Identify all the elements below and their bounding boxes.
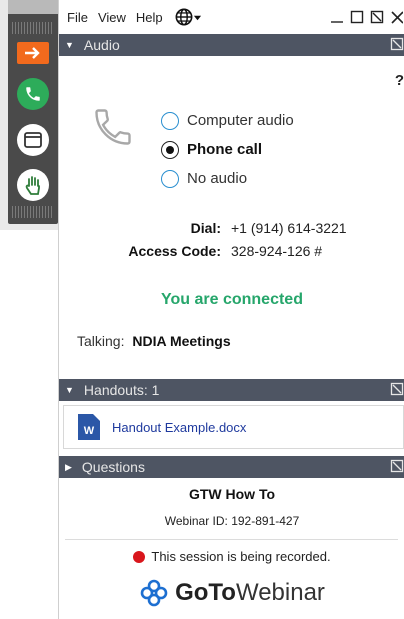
- access-code-row: Access Code: 328-924-126 #: [59, 239, 404, 262]
- popout-icon: [390, 459, 404, 473]
- raise-hand-button[interactable]: [17, 169, 49, 201]
- restore-icon: [350, 10, 364, 24]
- hand-icon: [25, 176, 40, 195]
- left-toolbar-area: [0, 0, 58, 230]
- toolbar-grip-handle[interactable]: [12, 22, 54, 34]
- show-hide-panel-button[interactable]: [17, 42, 49, 64]
- divider: [65, 539, 398, 540]
- handout-list-item[interactable]: W Handout Example.docx: [63, 405, 404, 449]
- collapse-triangle-icon: ▼: [65, 40, 74, 50]
- handouts-header-label: Handouts: 1: [83, 382, 160, 398]
- menu-bar: File View Help: [59, 0, 404, 34]
- popout-icon: [370, 10, 384, 24]
- minimize-button[interactable]: [330, 10, 344, 24]
- recording-text: This session is being recorded.: [151, 549, 331, 564]
- talking-label: Talking:: [77, 333, 125, 349]
- control-toolbar: [8, 14, 58, 224]
- language-menu-button[interactable]: [175, 8, 202, 26]
- handouts-section-header[interactable]: ▼ Handouts: 1: [59, 379, 404, 401]
- arrow-icon: [25, 47, 40, 59]
- dial-row: Dial: +1 (914) 614-3221: [59, 216, 404, 239]
- brand-webinar: Webinar: [235, 579, 325, 606]
- questions-section-header[interactable]: ▶ Questions: [59, 456, 404, 478]
- radio-unchecked-icon[interactable]: [161, 111, 179, 130]
- recording-dot-icon: [133, 550, 146, 563]
- radio-computer-audio[interactable]: Computer audio: [161, 106, 294, 135]
- audio-popout-button[interactable]: [390, 37, 404, 54]
- close-button[interactable]: [390, 10, 404, 24]
- access-code-value: 328-924-126 #: [231, 242, 323, 259]
- window-controls: [330, 10, 404, 24]
- audio-help-button[interactable]: ?: [395, 72, 404, 89]
- session-title: GTW How To: [188, 486, 276, 502]
- phone-icon: [26, 87, 40, 101]
- screen-view-button[interactable]: [17, 124, 49, 156]
- word-document-icon: W: [78, 414, 100, 440]
- popout-button[interactable]: [370, 10, 384, 24]
- close-icon: [391, 11, 403, 24]
- brand-goto: GoTo: [175, 579, 236, 606]
- gotowebinar-control-panel: File View Help ▼ Audio ? Computer audio …: [58, 0, 404, 619]
- handout-link[interactable]: Handout Example.docx: [112, 420, 246, 435]
- talking-indicator: Talking: NDIA Meetings: [77, 333, 231, 349]
- dial-in-info: Dial: +1 (914) 614-3221 Access Code: 328…: [59, 216, 404, 262]
- radio-checked-icon[interactable]: [161, 140, 179, 159]
- questions-popout-button[interactable]: [390, 459, 404, 476]
- access-code-label: Access Code:: [128, 242, 221, 259]
- gotowebinar-logo: GoTo Webinar: [59, 578, 404, 608]
- radio-phone-call[interactable]: Phone call: [161, 135, 294, 164]
- phone-handset-icon: [91, 105, 135, 154]
- audio-mode-radio-group: Computer audio Phone call No audio: [161, 106, 294, 193]
- gotowebinar-flower-icon: [139, 578, 169, 608]
- audio-header-label: Audio: [83, 37, 120, 53]
- toolbar-grip-handle-bottom[interactable]: [12, 206, 54, 218]
- audio-section-header[interactable]: ▼ Audio: [59, 34, 404, 56]
- popout-icon: [390, 37, 404, 51]
- collapse-triangle-icon: ▼: [65, 385, 74, 395]
- dial-number: +1 (914) 614-3221: [231, 219, 347, 236]
- chevron-down-icon: [193, 15, 201, 20]
- recording-notice: This session is being recorded.: [59, 549, 404, 564]
- handouts-popout-button[interactable]: [390, 382, 404, 399]
- webinar-id: Webinar ID: 192-891-427: [164, 514, 300, 528]
- popout-icon: [390, 382, 404, 396]
- toolbar-top-cap: [8, 0, 58, 14]
- audio-phone-button[interactable]: [17, 78, 49, 110]
- radio-unchecked-icon[interactable]: [161, 169, 179, 188]
- dial-label: Dial:: [190, 219, 221, 236]
- menu-file[interactable]: File: [67, 10, 88, 25]
- connection-status: You are connected: [161, 291, 303, 308]
- expand-triangle-icon: ▶: [65, 461, 72, 472]
- minimize-icon: [331, 21, 343, 23]
- radio-label: No audio: [187, 170, 248, 187]
- restore-button[interactable]: [350, 10, 364, 24]
- globe-icon: [175, 8, 193, 26]
- radio-no-audio[interactable]: No audio: [161, 164, 294, 193]
- talking-speaker: NDIA Meetings: [132, 333, 231, 349]
- radio-label: Computer audio: [187, 112, 294, 129]
- questions-header-label: Questions: [81, 459, 145, 475]
- menu-view[interactable]: View: [98, 10, 126, 25]
- radio-label: Phone call: [187, 141, 263, 158]
- window-icon: [24, 132, 42, 148]
- menu-help[interactable]: Help: [136, 10, 163, 25]
